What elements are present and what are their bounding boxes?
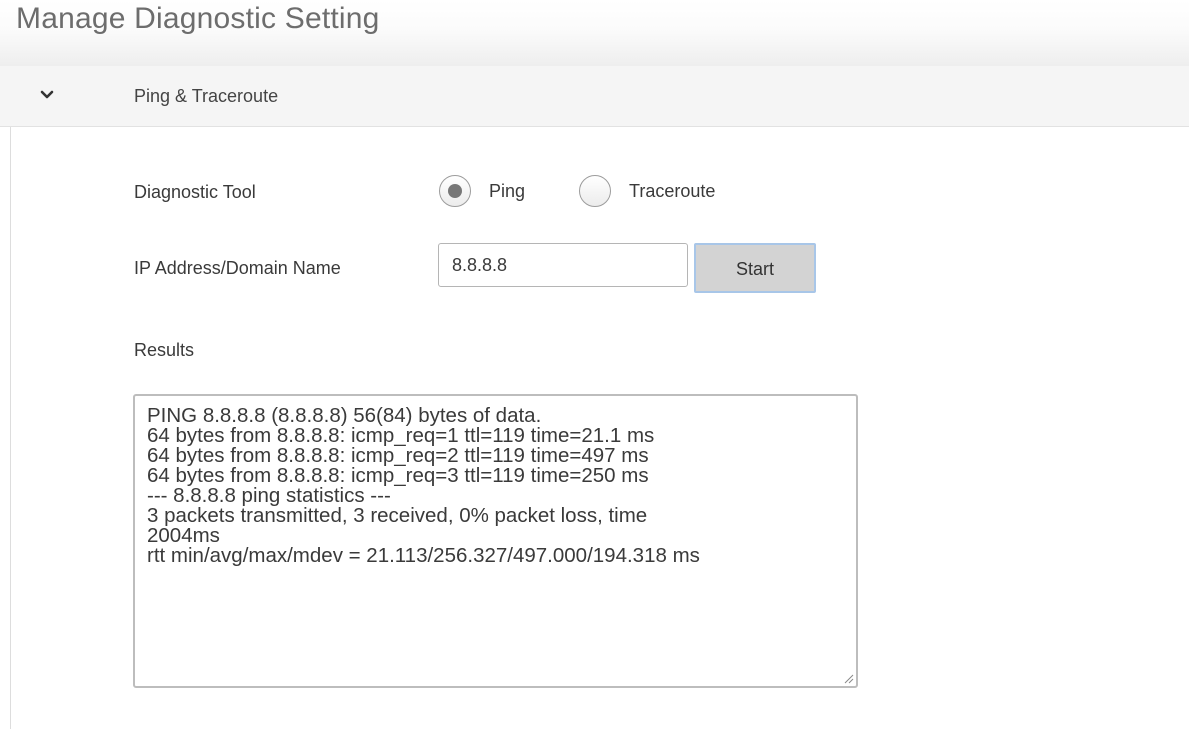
ip-address-input[interactable] <box>438 243 688 287</box>
radio-traceroute[interactable]: Traceroute <box>579 175 715 207</box>
radio-ping[interactable]: Ping <box>439 175 525 207</box>
page-title: Manage Diagnostic Setting <box>16 2 380 35</box>
content-left-border <box>10 127 11 729</box>
chevron-down-icon[interactable] <box>40 88 54 102</box>
results-textarea[interactable]: PING 8.8.8.8 (8.8.8.8) 56(84) bytes of d… <box>133 394 858 688</box>
results-line: 64 bytes from 8.8.8.8: icmp_req=3 ttl=11… <box>147 464 649 487</box>
section-title: Ping & Traceroute <box>134 86 279 106</box>
start-button[interactable]: Start <box>694 243 816 293</box>
results-line: rtt min/avg/max/mdev = 21.113/256.327/49… <box>147 544 700 567</box>
results-line: PING 8.8.8.8 (8.8.8.8) 56(84) bytes of d… <box>147 404 542 427</box>
radio-label-ping: Ping <box>489 180 526 201</box>
results-label: Results <box>134 340 195 360</box>
radio-selected-dot <box>448 184 462 198</box>
diagnostic-tool-label: Diagnostic Tool <box>134 182 256 202</box>
results-line: 64 bytes from 8.8.8.8: icmp_req=1 ttl=11… <box>147 424 655 447</box>
results-line: 64 bytes from 8.8.8.8: icmp_req=2 ttl=11… <box>147 444 649 467</box>
section-header-ping-traceroute[interactable]: Ping & Traceroute <box>0 66 1189 127</box>
resize-grip-icon[interactable] <box>842 672 854 684</box>
radio-button-traceroute[interactable] <box>579 175 611 207</box>
radio-button-ping[interactable] <box>439 175 471 207</box>
results-line: 2004ms <box>147 524 220 547</box>
results-line: 3 packets transmitted, 3 received, 0% pa… <box>147 504 648 527</box>
diagnostic-settings-page: Manage Diagnostic Setting Ping & Tracero… <box>0 0 1189 729</box>
results-line: --- 8.8.8.8 ping statistics --- <box>147 484 391 507</box>
ip-address-label: IP Address/Domain Name <box>134 258 341 278</box>
radio-label-traceroute: Traceroute <box>629 180 716 201</box>
title-bar: Manage Diagnostic Setting <box>0 0 1189 66</box>
